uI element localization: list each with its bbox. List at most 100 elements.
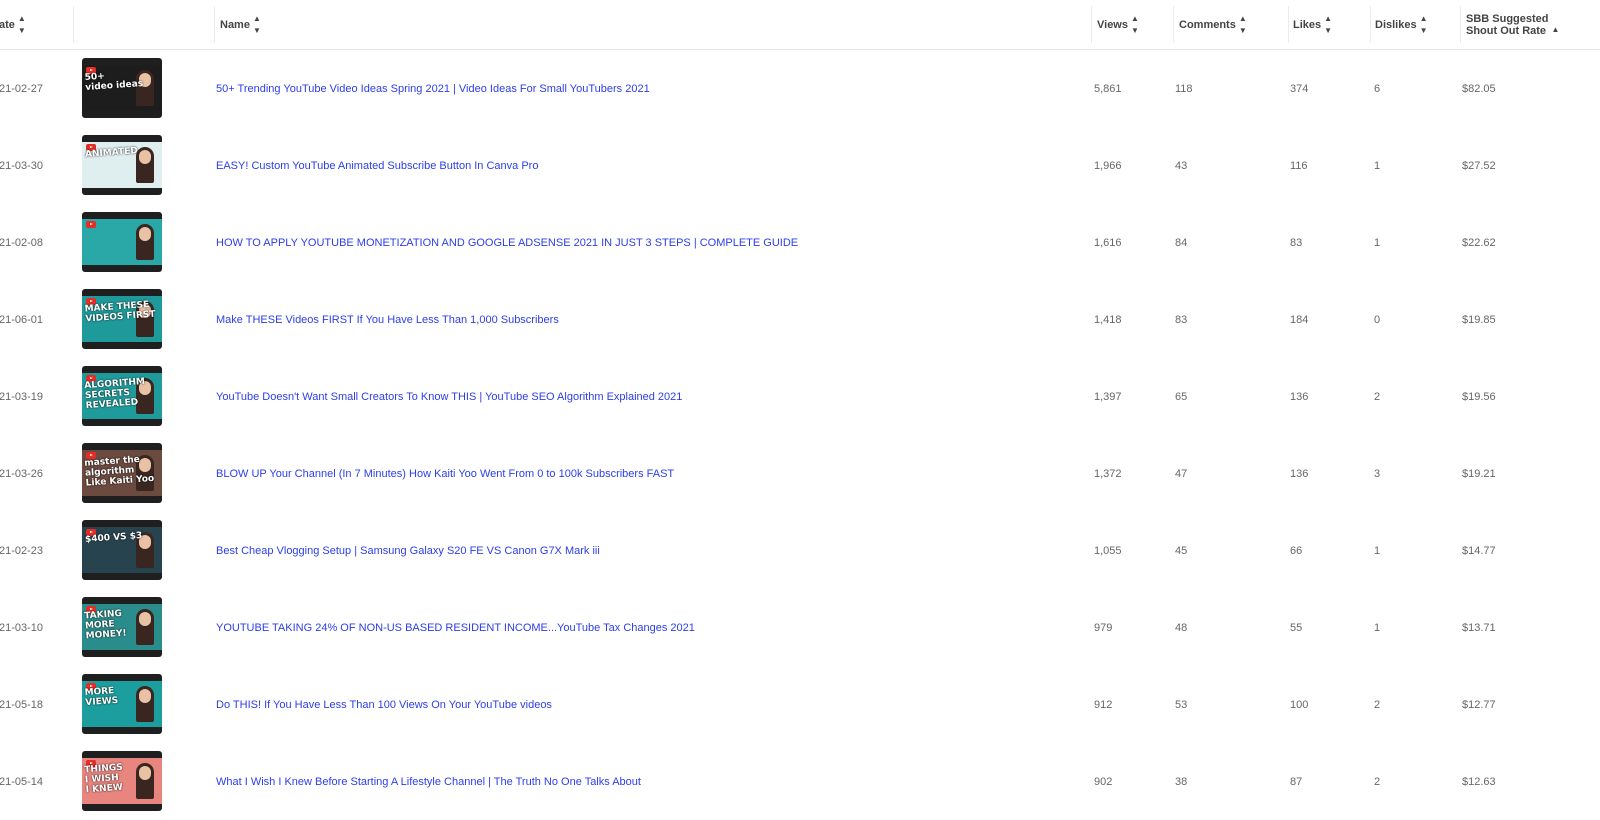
likes-value: 136 [1290, 391, 1309, 403]
face-icon [139, 612, 151, 626]
video-title-cell: Make THESE Videos FIRST If You Have Less… [216, 314, 559, 326]
video-thumbnail[interactable]: ALGORITHM SECRETS REVEALED [82, 366, 162, 426]
video-thumbnail[interactable] [82, 212, 162, 272]
video-thumbnail[interactable]: MORE VIEWS [82, 674, 162, 734]
shout-out-rate-value: $82.05 [1462, 83, 1496, 95]
views-value: 1,418 [1094, 314, 1122, 326]
video-title-cell: BLOW UP Your Channel (In 7 Minutes) How … [216, 468, 674, 480]
comments-value: 48 [1175, 622, 1188, 634]
video-thumbnail[interactable]: THINGS I WISH I KNEW [82, 751, 162, 811]
video-thumbnail[interactable]: $400 VS $3 [82, 520, 162, 580]
video-title-link[interactable]: YOUTUBE TAKING 24% OF NON-US BASED RESID… [216, 622, 695, 634]
video-title-cell: HOW TO APPLY YOUTUBE MONETIZATION AND GO… [216, 237, 798, 249]
comments-value: 83 [1175, 314, 1188, 326]
column-header-views[interactable]: Views ▲ ▼ [1097, 0, 1139, 49]
table-row: 21-02-23 $400 VS $3 Best Cheap Vlogging … [0, 512, 1600, 589]
column-header-date-label: ate [0, 18, 15, 31]
sort-icon: ▲ ▼ [17, 13, 26, 35]
likes-value: 184 [1290, 314, 1309, 326]
video-title-link[interactable]: Do THIS! If You Have Less Than 100 Views… [216, 699, 552, 711]
video-title-link[interactable]: YouTube Doesn't Want Small Creators To K… [216, 391, 682, 403]
column-header-name-label: Name [220, 18, 250, 31]
views-value: 1,616 [1094, 237, 1122, 249]
table-header: ate ▲ ▼ Name ▲ ▼ Views ▲ ▼ Comments ▲ ▼ Likes ▲ ▼ … [0, 0, 1600, 50]
column-header-rate-label: SBB Suggested Shout Out Rate [1466, 13, 1549, 37]
video-title-link[interactable]: 50+ Trending YouTube Video Ideas Spring … [216, 83, 650, 95]
shout-out-rate-value: $27.52 [1462, 160, 1496, 172]
dislikes-value: 1 [1374, 545, 1381, 557]
video-title-link[interactable]: Best Cheap Vlogging Setup | Samsung Gala… [216, 545, 600, 557]
face-icon [139, 766, 151, 780]
shout-out-rate-value: $22.62 [1462, 237, 1496, 249]
likes-value: 87 [1290, 776, 1303, 788]
video-thumbnail[interactable]: 50+ video ideas [82, 58, 162, 118]
views-value: 1,372 [1094, 468, 1122, 480]
thumbnail-text: THINGS I WISH I KNEW [84, 762, 124, 796]
table-row: 21-03-19 ALGORITHM SECRETS REVEALED YouT… [0, 358, 1600, 435]
comments-value: 84 [1175, 237, 1188, 249]
column-header-dislikes-label: Dislikes [1375, 18, 1417, 31]
views-value: 902 [1094, 776, 1113, 788]
thumbnail-text: MORE VIEWS [84, 686, 119, 709]
views-value: 1,397 [1094, 391, 1122, 403]
rate-label-line1: SBB Suggested [1466, 12, 1549, 25]
column-divider [1370, 6, 1371, 43]
sort-icon: ▲ ▼ [252, 13, 261, 35]
video-title-cell: What I Wish I Knew Before Starting A Lif… [216, 776, 641, 788]
likes-value: 374 [1290, 83, 1309, 95]
views-value: 1,966 [1094, 160, 1122, 172]
video-thumbnail[interactable]: master the algorithm Like Kaiti Yoo [82, 443, 162, 503]
likes-value: 100 [1290, 699, 1309, 711]
column-header-name[interactable]: Name ▲ ▼ [220, 0, 261, 49]
column-divider [1460, 6, 1461, 43]
likes-value: 66 [1290, 545, 1303, 557]
sort-icon: ▲ ▼ [1419, 13, 1428, 35]
upload-date: 21-03-10 [0, 622, 44, 634]
upload-date: 21-03-26 [0, 468, 44, 480]
table-row: 21-05-18 MORE VIEWS Do THIS! If You Have… [0, 666, 1600, 743]
sort-icon: ▲ ▼ [1324, 13, 1333, 35]
column-divider [1288, 6, 1289, 43]
video-thumbnail[interactable]: MAKE THESE VIDEOS FIRST [82, 289, 162, 349]
column-header-likes-label: Likes [1293, 18, 1322, 31]
shout-out-rate-value: $19.85 [1462, 314, 1496, 326]
views-value: 979 [1094, 622, 1113, 634]
table-row: 21-03-30 ANIMATED EASY! Custom YouTube A… [0, 127, 1600, 204]
likes-value: 55 [1290, 622, 1303, 634]
comments-value: 38 [1175, 776, 1188, 788]
video-title-link[interactable]: HOW TO APPLY YOUTUBE MONETIZATION AND GO… [216, 237, 798, 249]
video-title-link[interactable]: BLOW UP Your Channel (In 7 Minutes) How … [216, 468, 674, 480]
shout-out-rate-value: $19.56 [1462, 391, 1496, 403]
column-header-date[interactable]: ate ▲ ▼ [0, 0, 26, 49]
likes-value: 136 [1290, 468, 1309, 480]
dislikes-value: 1 [1374, 160, 1381, 172]
column-header-comments-label: Comments [1179, 18, 1236, 31]
video-thumbnail[interactable]: TAKING MORE MONEY! [82, 597, 162, 657]
comments-value: 118 [1175, 83, 1193, 95]
face-icon [139, 150, 151, 164]
column-divider [1173, 6, 1174, 43]
comments-value: 43 [1175, 160, 1188, 172]
column-divider [214, 6, 215, 43]
video-thumbnail[interactable]: ANIMATED [82, 135, 162, 195]
upload-date: 21-02-23 [0, 545, 44, 557]
column-header-comments[interactable]: Comments ▲ ▼ [1179, 0, 1247, 49]
video-title-cell: 50+ Trending YouTube Video Ideas Spring … [216, 83, 650, 95]
video-title-cell: YouTube Doesn't Want Small Creators To K… [216, 391, 682, 403]
table-row: 21-03-10 TAKING MORE MONEY! YOUTUBE TAKI… [0, 589, 1600, 666]
dislikes-value: 1 [1374, 237, 1381, 249]
column-header-likes[interactable]: Likes ▲ ▼ [1293, 0, 1332, 49]
video-title-link[interactable]: EASY! Custom YouTube Animated Subscribe … [216, 160, 538, 172]
column-header-shout-out-rate[interactable]: SBB Suggested Shout Out Rate ▲ [1466, 0, 1559, 49]
dislikes-value: 3 [1374, 468, 1381, 480]
dislikes-value: 2 [1374, 776, 1381, 788]
dislikes-value: 0 [1374, 314, 1381, 326]
shout-out-rate-value: $13.71 [1462, 622, 1496, 634]
shout-out-rate-value: $12.63 [1462, 776, 1496, 788]
table-row: 21-05-14 THINGS I WISH I KNEW What I Wis… [0, 743, 1600, 820]
thumbnail-text: master the algorithm Like Kaiti Yoo [84, 454, 155, 489]
video-title-link[interactable]: What I Wish I Knew Before Starting A Lif… [216, 776, 641, 788]
video-title-link[interactable]: Make THESE Videos FIRST If You Have Less… [216, 314, 559, 326]
shout-out-rate-value: $19.21 [1462, 468, 1496, 480]
column-header-dislikes[interactable]: Dislikes ▲ ▼ [1375, 0, 1428, 49]
